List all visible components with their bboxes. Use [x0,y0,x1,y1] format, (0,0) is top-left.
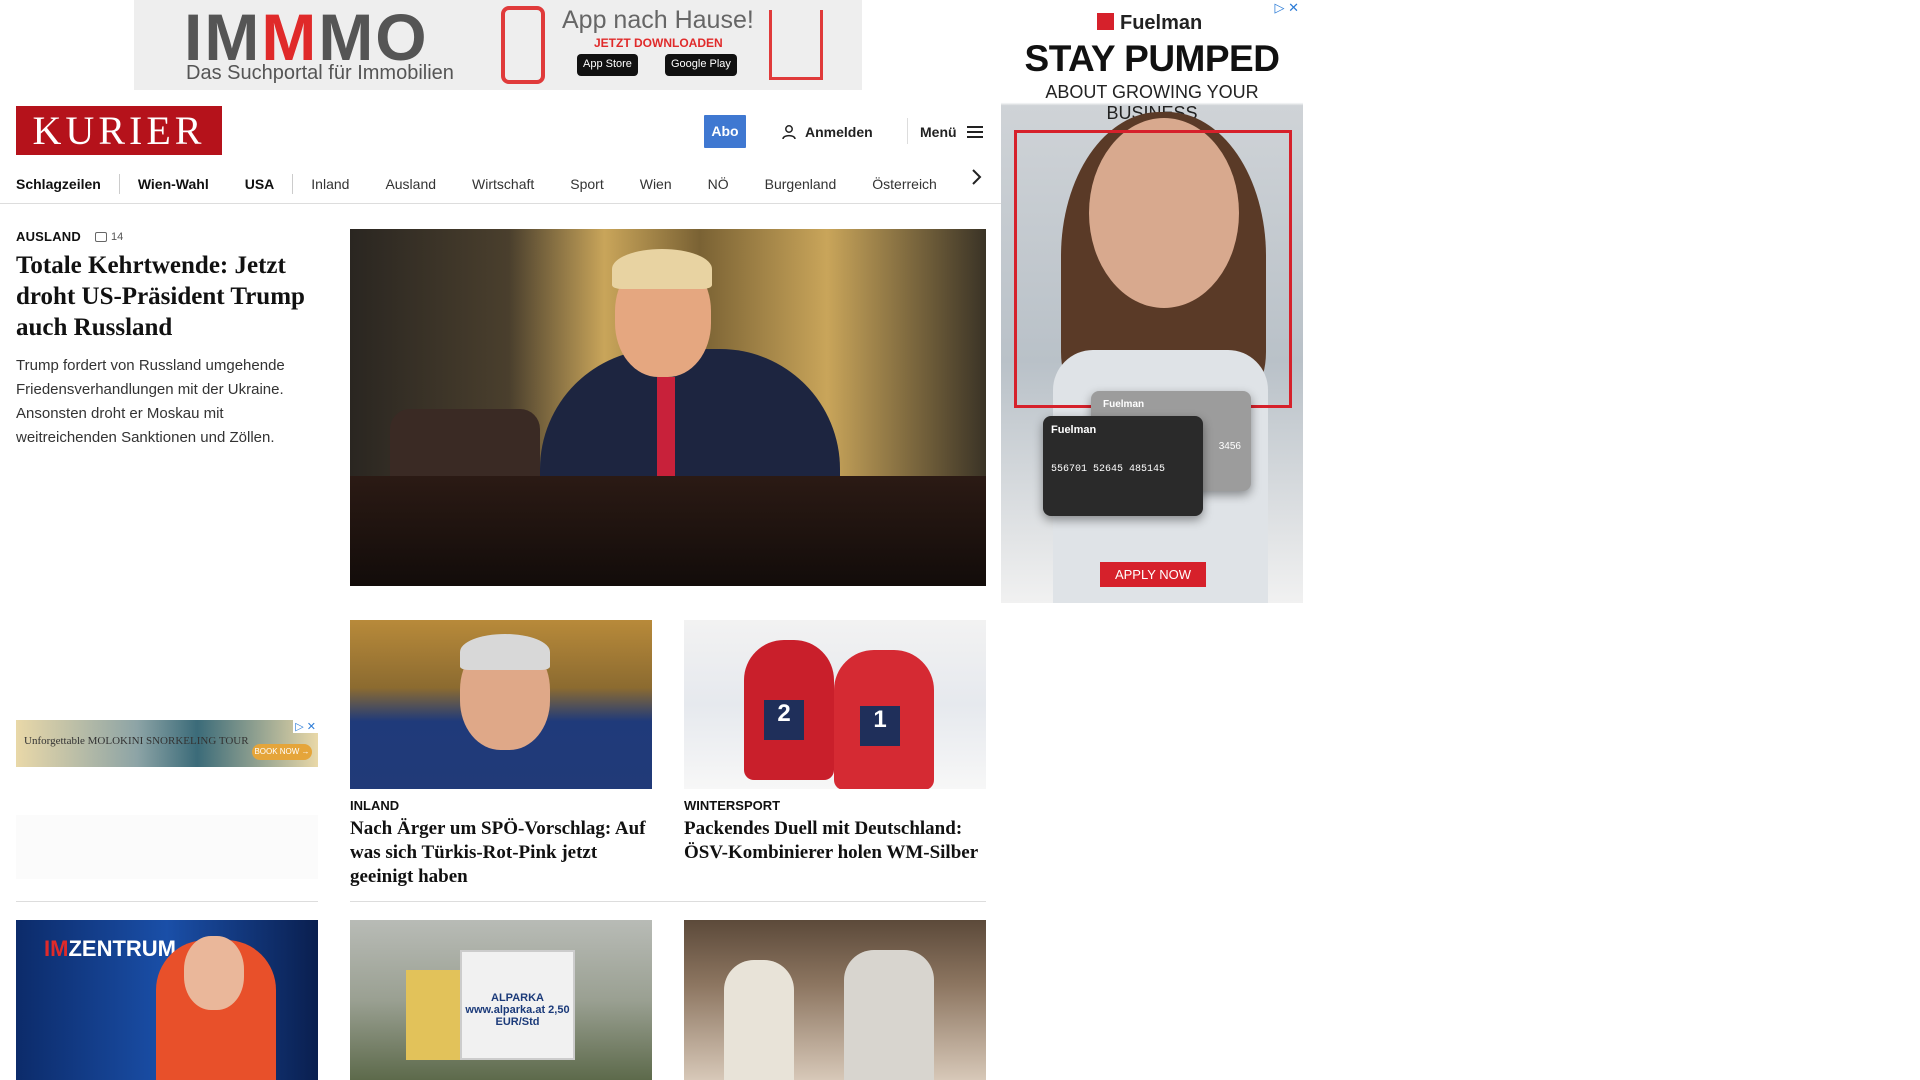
lead-kicker[interactable]: AUSLAND [16,229,81,244]
lead-headline[interactable]: Totale Kehrtwende: Jetzt droht US-Präsid… [16,250,316,343]
image-person [724,960,794,1080]
app-store-badge[interactable]: App Store [577,54,638,76]
nav-item-schlagzeilen[interactable]: Schlagzeilen [16,176,101,192]
ad-card-front: Fuelman 556701 52645 485145 [1043,416,1203,516]
login-button[interactable]: Anmelden [781,121,873,143]
image-tie [657,377,675,477]
ad-headline: STAY PUMPED [1024,38,1280,79]
kurier-logo[interactable]: KURIER [16,106,222,155]
skier-bib: 1 [860,706,900,746]
nav-item-wirtschaft[interactable]: Wirtschaft [472,176,534,192]
card-image-im-zentrum[interactable]: IMZENTRUM [16,920,318,1080]
lead-teaser: Trump fordert von Russland umgehende Fri… [16,357,285,446]
apply-now-button[interactable]: APPLY NOW [1100,562,1206,587]
left-banner-ad[interactable]: Unforgettable MOLOKINI SNORKELING TOUR B… [16,720,318,767]
nav-item-noe[interactable]: NÖ [708,176,729,192]
card-back-brand: Fuelman [1103,399,1145,410]
top-banner-ad[interactable]: IMMMO Das Suchportal für Immobilien App … [134,0,862,90]
nav-item-sport[interactable]: Sport [570,176,603,192]
card-image-wintersport[interactable]: 2 1 [684,620,986,789]
card-number: 556701 52645 485145 [1051,464,1166,475]
nav-item-wien-wahl[interactable]: Wien-Wahl [138,176,209,192]
card-headline[interactable]: Packendes Duell mit Deutschland: ÖSV-Kom… [684,817,986,865]
show-logo-prefix: IM [44,936,69,961]
cards-divider [350,901,986,902]
card-last-digits: 3456 [1218,441,1241,452]
card-kicker[interactable]: INLAND [350,798,399,813]
user-icon [782,125,796,140]
hamburger-icon [966,126,983,138]
comment-count-value: 14 [110,230,124,243]
card-front-brand: Fuelman [1051,424,1097,436]
phone-icon [501,6,545,84]
nav-item-oesterreich[interactable]: Österreich [872,176,937,192]
parking-sign: ALPARKA www.alparka.at 2,50 EUR/Std [460,950,575,1060]
nav-item-usa[interactable]: USA [245,176,275,192]
section-nav: Schlagzeilen Wien-Wahl USA Inland Auslan… [16,166,986,202]
header-divider [907,118,908,144]
menu-label: Menü [920,124,957,140]
card-image-inland[interactable] [350,620,652,789]
image-desk [350,476,986,586]
nav-divider-line [0,203,1001,204]
adchoices-icon[interactable]: ▷ ✕ [293,720,318,733]
skyscraper-ad[interactable]: ▷ ✕ Fuelman STAY PUMPED ABOUT GROWING YO… [1001,0,1303,603]
card-image-kitchen[interactable] [684,920,986,1080]
show-logo-rest: ZENTRUM [68,936,176,961]
lead-image[interactable] [350,229,986,586]
ad-app-subtitle: JETZT DOWNLOADEN [594,36,723,50]
adchoices-icon[interactable]: ▷ ✕ [1274,0,1299,16]
comment-icon [94,231,107,242]
ad-frame [1014,130,1292,408]
nav-divider [292,174,294,194]
fuelman-logo-icon [1097,13,1114,30]
menu-button[interactable]: Menü [920,121,983,143]
skier-bib: 2 [764,700,804,740]
image-face [184,936,244,1010]
google-play-badge[interactable]: Google Play [665,54,737,76]
lead-kicker-row: AUSLAND 14 [16,229,123,244]
nav-item-wien[interactable]: Wien [640,176,672,192]
image-hair [460,634,550,670]
nav-divider [118,174,120,194]
card-headline[interactable]: Nach Ärger um SPÖ-Vorschlag: Auf was sic… [350,817,652,889]
house-icon [769,10,823,80]
nav-item-inland[interactable]: Inland [311,176,349,192]
abo-button[interactable]: Abo [704,115,746,148]
ad-brand: Fuelman [1120,12,1203,34]
book-now-button[interactable]: BOOK NOW → [252,744,312,760]
nav-item-burgenland[interactable]: Burgenland [765,176,837,192]
comment-count[interactable]: 14 [94,230,124,243]
card-image-parking[interactable]: ALPARKA www.alparka.at 2,50 EUR/Std [350,920,652,1080]
left-ad-text: Unforgettable MOLOKINI SNORKELING TOUR [24,735,249,747]
ad-placeholder [16,815,318,879]
chevron-right-icon[interactable] [970,167,986,189]
image-person [844,950,934,1080]
left-divider [16,901,318,902]
login-label: Anmelden [805,124,873,140]
immmo-tagline: Das Suchportal für Immobilien [186,62,454,84]
ad-app-title: App nach Hause! [562,6,754,34]
immmo-logo: IMMMO [184,0,429,74]
nav-item-ausland[interactable]: Ausland [385,176,436,192]
card-kicker[interactable]: WINTERSPORT [684,798,780,813]
image-hair [612,249,712,289]
show-logo: IMZENTRUM [44,936,176,962]
